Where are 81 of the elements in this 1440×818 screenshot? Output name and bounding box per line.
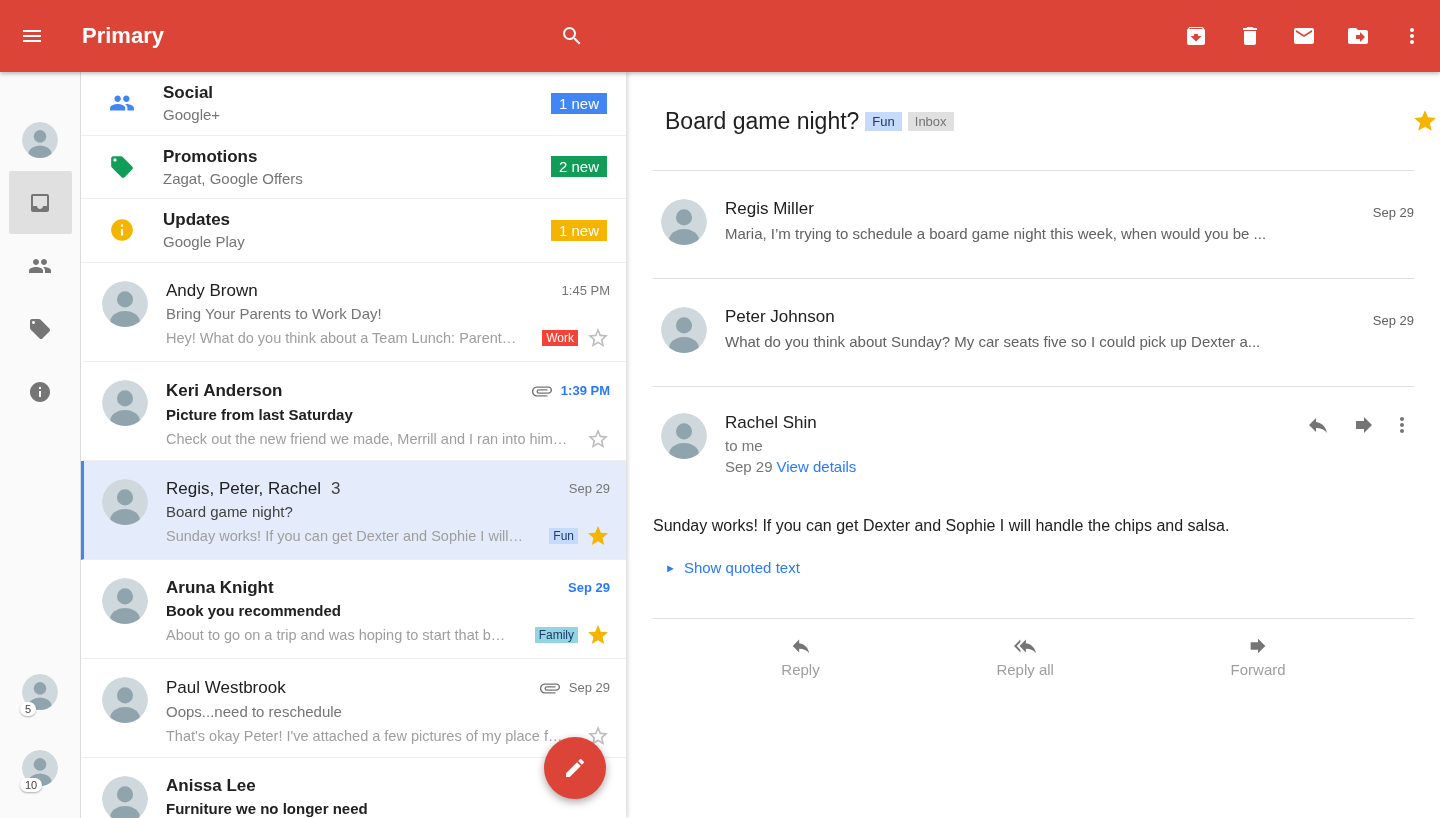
rail-item[interactable]	[8, 171, 72, 234]
timestamp: Sep 29	[725, 458, 773, 475]
avatar	[102, 775, 148, 818]
info-icon	[28, 379, 52, 404]
timestamp: 1:45 PM	[561, 283, 610, 298]
thread-count: 3	[330, 478, 341, 499]
count-badge: 5	[20, 702, 37, 716]
avatar	[102, 379, 148, 426]
label-chip: Fun	[865, 111, 902, 131]
timestamp: Sep 29	[568, 481, 610, 496]
sender-name: Regis, Peter, Rachel	[166, 478, 321, 499]
new-count-badge: 1 new	[550, 92, 607, 114]
label-chip: Family	[534, 626, 578, 643]
show-quoted-link[interactable]: Show quoted text	[683, 559, 800, 576]
category-row[interactable]: Social Google+ 1 new	[81, 72, 626, 136]
snippet: Hey! What do you think about a Team Lunch: Parent…	[166, 329, 517, 346]
label-chip: Fun	[549, 527, 578, 544]
timestamp: Sep 29	[568, 680, 610, 695]
sender-name: Rachel Shin	[725, 413, 818, 433]
category-name: Promotions	[163, 146, 259, 167]
avatar	[102, 280, 148, 327]
subject: Bring Your Parents to Work Day!	[166, 304, 383, 322]
avatar	[102, 478, 148, 525]
sender-name: Keri Anderson	[166, 380, 283, 401]
avatar	[102, 577, 148, 624]
timestamp: 1:39 PM	[560, 383, 610, 398]
subject: Furniture we no longer need	[166, 799, 369, 817]
archive-icon[interactable]	[1184, 24, 1208, 48]
subject: Picture from last Saturday	[166, 405, 354, 423]
thread-subject: Board game night?	[665, 107, 860, 135]
star-icon[interactable]	[1412, 108, 1438, 134]
category-senders: Google+	[163, 106, 222, 124]
category-senders: Google Play	[163, 233, 246, 251]
app-title: Primary	[82, 23, 164, 49]
snippet: What do you think about Sunday? My car seats five so I could pick up Dexter a...	[725, 333, 1262, 350]
tag-icon	[28, 316, 52, 341]
category-name: Social	[163, 83, 215, 104]
snippet: Maria, I’m trying to schedule a board game night this week, when would you be ...	[725, 225, 1268, 242]
subject: Oops...need to reschedule	[166, 702, 343, 720]
email-row[interactable]: Andy Brown 1:45 PM Bring Your Parents to Work Day! Hey! What do you think about a Team Lunch: Parent… Work	[81, 262, 626, 362]
subject: Book you recommended	[166, 601, 343, 619]
avatar	[661, 307, 707, 353]
sender-name: Peter Johnson	[725, 307, 836, 327]
expand-arrow[interactable]: ►	[665, 561, 676, 574]
avatar	[661, 199, 707, 245]
pencil-icon	[563, 756, 587, 780]
category-row[interactable]: Promotions Zagat, Google Offers 2 new	[81, 135, 626, 199]
recipient: to me	[725, 437, 764, 454]
category-senders: Zagat, Google Offers	[163, 169, 304, 187]
sender-name: Regis Miller	[725, 199, 815, 219]
sender-name: Anissa Lee	[166, 775, 256, 796]
tag-icon	[109, 153, 135, 180]
category-row[interactable]: Updates Google Play 1 new	[81, 199, 626, 263]
avatar	[22, 121, 58, 158]
avatar	[661, 413, 707, 459]
snippet: Check out the new friend we made, Merrill and I ran into him…	[166, 430, 568, 447]
timestamp: Sep 29	[1372, 313, 1414, 328]
subject: Board game night?	[166, 502, 294, 520]
new-count-badge: 2 new	[550, 156, 607, 178]
message-row[interactable]: Peter Johnson What do you think about Sunday? My car seats five so I could pick up Dexter a... Sep 29	[653, 279, 1414, 387]
label-chip: Work	[542, 329, 578, 346]
count-badge: 10	[20, 778, 43, 792]
view-details-link[interactable]: View details	[776, 458, 857, 475]
snippet: About to go on a trip and was hoping to start that b…	[166, 626, 506, 643]
email-row[interactable]: Aruna Knight Sep 29 Book you recommended About to go on a trip and was hoping to start that b… Family	[81, 559, 626, 659]
message-body: Sunday works! If you can get Dexter and Sophie I will handle the chips and salsa.	[653, 517, 1231, 535]
sender-name: Andy Brown	[166, 280, 258, 301]
info-icon	[109, 217, 135, 244]
avatar	[102, 676, 148, 723]
new-count-badge: 1 new	[550, 219, 607, 241]
snippet: That's okay Peter! I've attached a few pictures of my place f…	[166, 727, 563, 744]
label-chip: Inbox	[907, 111, 954, 131]
timestamp: Sep 29	[568, 580, 610, 595]
sender-name: Paul Westbrook	[166, 677, 286, 698]
sender-name: Aruna Knight	[166, 577, 274, 598]
email-row[interactable]: Keri Anderson 1:39 PM Picture from last Saturday Check out the new friend we made, Merrill and I ran into him…	[81, 361, 626, 461]
snippet: Sunday works! If you can get Dexter and Sophie I will…	[166, 527, 524, 544]
category-name: Updates	[163, 210, 232, 231]
message-row[interactable]: Regis Miller Maria, I’m trying to schedule a board game night this week, when would you be ... Sep 29	[653, 171, 1414, 279]
timestamp: Sep 29	[1372, 205, 1414, 220]
email-row[interactable]: Regis, Peter, Rachel 3 Sep 29 Board game night? Sunday works! If you can get Dexter and Sophie I will… Fun	[81, 460, 626, 560]
